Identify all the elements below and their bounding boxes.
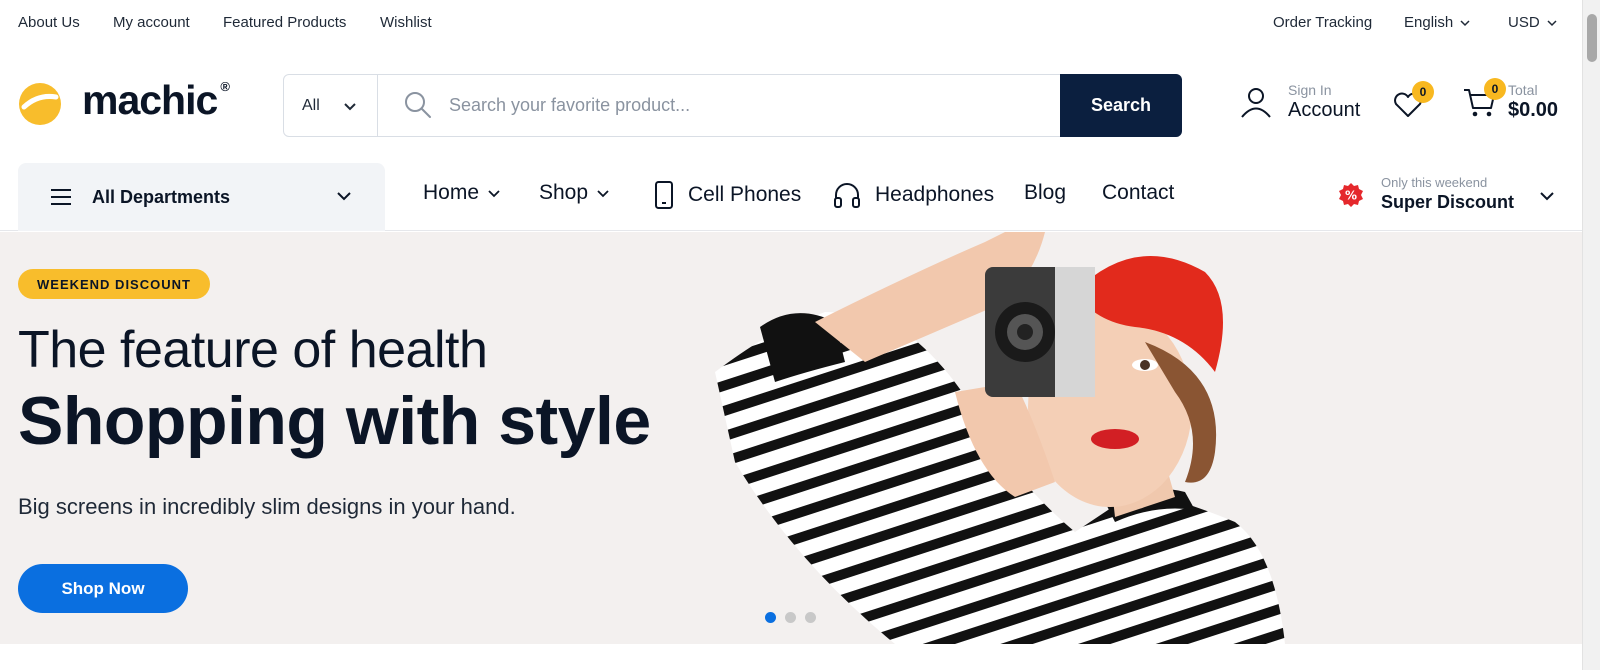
chevron-down-icon [597,190,609,198]
language-label: English [1404,14,1454,31]
chevron-down-icon [1547,19,1557,26]
top-bar: About Us My account Featured Products Wi… [0,0,1582,46]
slider-dot-1[interactable] [765,612,776,623]
headphones-icon [834,183,860,208]
page-scrollbar[interactable] [1582,0,1600,670]
logo-text: machic [82,76,218,123]
phone-icon [655,181,673,209]
wishlist-button[interactable]: 0 [1392,81,1434,127]
scrollbar-thumb[interactable] [1587,14,1597,62]
category-select-value: All [302,96,320,114]
nav-item-label: Home [423,181,480,204]
sign-in-label: Sign In [1288,82,1332,98]
hero-subtitle: The feature of health [18,321,488,379]
slider-dot-3[interactable] [805,612,816,623]
cart-icon-wrap: 0 [1462,78,1506,120]
hero-title: Shopping with style [18,383,651,459]
logo-registered: ® [220,78,230,94]
my-account-link[interactable]: My account [113,14,190,31]
nav-item-label: Contact [1102,181,1175,204]
menu-icon [51,189,71,205]
hero-slider: WEEKEND DISCOUNT The feature of health S… [0,232,1582,644]
main-nav: All Departments Home Shop Cell Phones He… [0,163,1582,231]
featured-products-link[interactable]: Featured Products [223,14,346,31]
hero-description: Big screens in incredibly slim designs i… [18,494,516,519]
search-input[interactable] [449,75,1009,136]
nav-item-label: Cell Phones [688,183,802,206]
about-us-link[interactable]: About Us [18,14,80,31]
shop-now-button[interactable]: Shop Now [18,564,188,613]
weekend-discount-badge: WEEKEND DISCOUNT [18,269,210,299]
logo[interactable]: machic ® [18,76,230,126]
cart-count-badge: 0 [1484,78,1506,100]
wishlist-count-badge: 0 [1412,81,1434,103]
chevron-down-icon [488,190,500,198]
chevron-down-icon [1460,19,1470,26]
language-selector[interactable]: English [1404,14,1471,31]
header: machic ® All Search Sign In Account 0 [0,60,1582,150]
category-select[interactable]: All [284,75,378,136]
slider-dot-2[interactable] [785,612,796,623]
nav-item-label: Shop [539,181,589,204]
chevron-down-icon[interactable] [1538,187,1556,205]
search-button[interactable]: Search [1060,74,1182,137]
user-icon [1241,88,1271,118]
nav-item-blog[interactable]: Blog [1024,181,1066,205]
logo-mark-icon [19,83,61,125]
nav-item-contact[interactable]: Contact [1102,181,1174,205]
wishlist-link[interactable]: Wishlist [380,14,432,31]
search-bar: All Search [283,74,1182,137]
search-icon [405,92,431,118]
nav-item-shop[interactable]: Shop [539,181,610,205]
svg-text:%: % [1345,188,1357,202]
account-label: Account [1288,99,1361,121]
slider-dots [765,612,816,623]
nav-item-label: Blog [1024,181,1067,204]
nav-item-headphones[interactable]: Headphones [833,181,994,209]
chevron-down-icon [337,192,351,201]
nav-item-label: Headphones [875,183,995,206]
account-link[interactable]: Sign In Account [1238,82,1360,122]
all-departments-label: All Departments [92,186,231,207]
discount-big-label: Super Discount [1381,192,1515,212]
chevron-down-icon [344,102,356,110]
nav-item-cell-phones[interactable]: Cell Phones [654,181,801,209]
cart-total-label: Total [1508,82,1538,98]
super-discount-link[interactable]: % Only this weekend Super Discount [1338,175,1514,214]
all-departments-button[interactable]: All Departments [18,163,385,231]
nav-item-home[interactable]: Home [423,181,501,205]
discount-icon: % [1339,182,1363,207]
discount-small-label: Only this weekend [1381,175,1488,190]
cart-total-value: $0.00 [1508,99,1559,121]
currency-label: USD [1508,14,1540,31]
currency-selector[interactable]: USD [1508,14,1558,31]
cart-button[interactable]: 0 Total $0.00 [1462,78,1559,122]
hero-image [715,232,1285,644]
order-tracking-link[interactable]: Order Tracking [1273,14,1372,31]
